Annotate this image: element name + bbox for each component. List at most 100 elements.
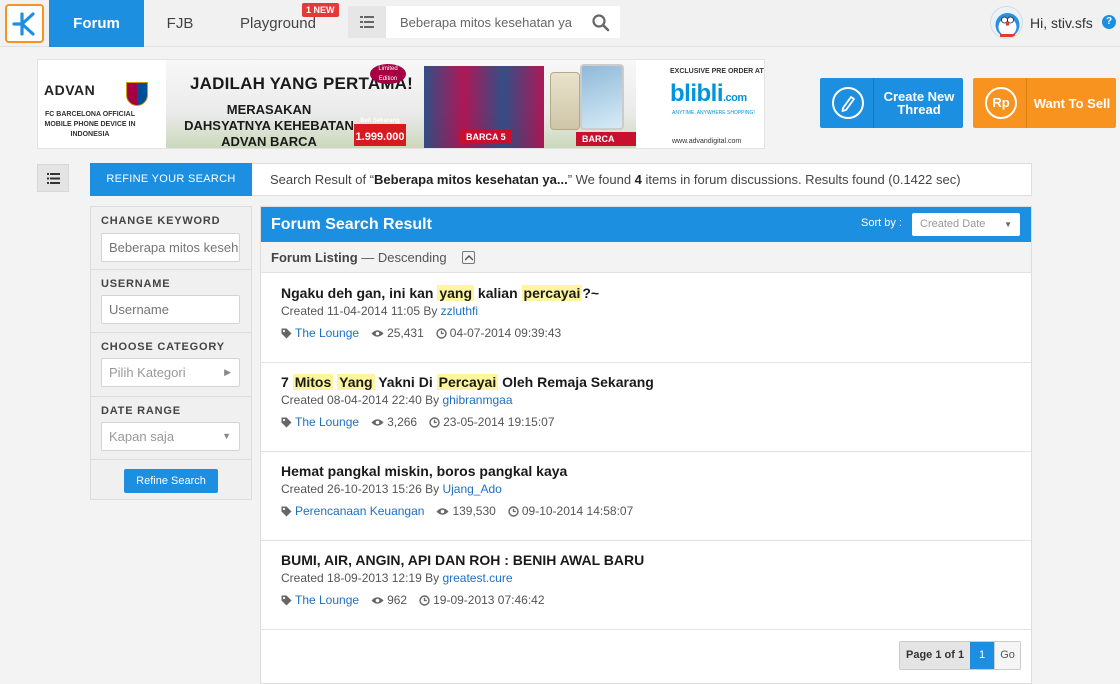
- help-icon[interactable]: ?: [1102, 15, 1116, 29]
- category-link[interactable]: The Lounge: [295, 326, 359, 340]
- thread-meta: Created 11-04-2014 11:05 By zzluthfi: [281, 304, 478, 318]
- blibli-logo: blibli.com: [670, 80, 747, 108]
- sort-select[interactable]: Created Date ▼: [912, 213, 1020, 236]
- advertisement-banner[interactable]: ADVAN FC BARCELONA OFFICIAL MOBILE PHONE…: [37, 59, 765, 149]
- eye-icon: [371, 418, 384, 426]
- page-number-button[interactable]: 1: [970, 642, 995, 669]
- thread-title-part: kalian: [474, 285, 522, 301]
- last-post-time: 23-05-2014 19:15:07: [443, 415, 555, 429]
- thread-author-link[interactable]: Ujang_Ado: [442, 482, 501, 496]
- date-range-value: Kapan saja: [109, 429, 175, 444]
- thread-title-link[interactable]: Hemat pangkal miskin, boros pangkal kaya: [281, 463, 567, 479]
- chevron-down-icon: ▼: [1004, 220, 1012, 229]
- rupiah-icon: Rp: [985, 87, 1017, 119]
- sell-icon-wrap: Rp: [973, 78, 1027, 128]
- search-icon[interactable]: [592, 14, 610, 32]
- kaskus-logo-icon[interactable]: [5, 4, 44, 43]
- collapse-icon[interactable]: [462, 251, 475, 264]
- phone-image: [550, 72, 580, 130]
- category-value: Pilih Kategori: [109, 365, 186, 380]
- sidebar-toggle-button[interactable]: [37, 164, 69, 192]
- thread-stats: Perencanaan Keuangan 139,530 09-10-2014 14…: [281, 504, 645, 518]
- thread-title-part: BUMI, AIR, ANGIN, API DAN ROH : BENIH AW…: [281, 552, 645, 568]
- refine-search-tab[interactable]: REFINE YOUR SEARCH: [90, 163, 252, 196]
- page-info: Page 1 of 1: [900, 642, 971, 669]
- thread-title-part: percayai: [521, 285, 583, 301]
- views-count: 25,431: [387, 326, 424, 340]
- nav-tab-forum[interactable]: Forum: [49, 0, 144, 47]
- username-input[interactable]: [101, 295, 240, 324]
- thread-stats: The Lounge 25,431 04-07-2014 09:39:43: [281, 326, 573, 340]
- listing-label: Forum Listing: [271, 250, 358, 265]
- keyword-label: CHANGE KEYWORD: [101, 215, 221, 227]
- pencil-icon: [832, 87, 864, 119]
- search-input[interactable]: [386, 6, 582, 38]
- want-to-sell-button[interactable]: Rp Want To Sell: [973, 78, 1116, 128]
- pagination: Page 1 of 1 1 Go: [899, 641, 1022, 670]
- thread-stats: The Lounge 3,266 23-05-2014 19:15:07: [281, 415, 567, 429]
- create-new-thread-label: Create New Thread: [883, 89, 955, 117]
- thread-title-part: yang: [437, 285, 475, 301]
- thread-views: 139,530: [436, 504, 496, 518]
- thread-row: 7 Mitos Yang Yakni Di Percayai Oleh Rema…: [261, 363, 1031, 452]
- user-greeting[interactable]: Hi, stiv.sfs: [1030, 15, 1093, 31]
- go-button[interactable]: Go: [994, 642, 1021, 669]
- banner-brand-block: ADVAN FC BARCELONA OFFICIAL MOBILE PHONE…: [38, 60, 178, 148]
- price-label: Beli Sekarang: [360, 118, 400, 124]
- category-link[interactable]: Perencanaan Keuangan: [295, 504, 424, 518]
- thread-row: Ngaku deh gan, ini kan yang kalian perca…: [261, 274, 1031, 363]
- thread-last-post: 04-07-2014 09:39:43: [436, 326, 561, 340]
- page-info-text: Page 1 of 1: [906, 649, 965, 661]
- category-link[interactable]: The Lounge: [295, 593, 359, 607]
- thread-last-post: 23-05-2014 19:15:07: [429, 415, 555, 429]
- thread-category: The Lounge: [281, 326, 359, 340]
- tag-icon: [281, 595, 292, 605]
- create-new-thread-button[interactable]: Create New Thread: [820, 78, 963, 128]
- keyword-input[interactable]: [101, 233, 240, 262]
- category-select[interactable]: Pilih Kategori ▶: [101, 358, 240, 387]
- views-count: 962: [387, 593, 408, 607]
- refine-search-button[interactable]: Refine Search: [124, 469, 218, 493]
- category-link[interactable]: The Lounge: [295, 415, 359, 429]
- thread-meta: Created 08-04-2014 22:40 By ghibranmgaa: [281, 393, 513, 407]
- username-group: USERNAME: [91, 270, 251, 333]
- banner-brand-subtitle: FC BARCELONA OFFICIAL MOBILE PHONE DEVIC…: [44, 111, 136, 138]
- thread-author-link[interactable]: greatest.cure: [442, 571, 512, 585]
- clock-icon: [419, 594, 430, 606]
- thread-views: 3,266: [371, 415, 417, 429]
- nav-tab-fjb[interactable]: FJB: [150, 0, 210, 47]
- last-post-time: 09-10-2014 14:58:07: [521, 504, 634, 518]
- date-range-group: DATE RANGE Kapan saja ▼: [91, 397, 251, 460]
- thread-title-part: ?~: [582, 285, 600, 301]
- thread-title-link[interactable]: Ngaku deh gan, ini kan yang kalian perca…: [281, 285, 599, 301]
- date-range-select[interactable]: Kapan saja ▼: [101, 422, 240, 451]
- listing-order: — Descending: [357, 250, 447, 265]
- product-tag-barca-5: BARCA 5: [460, 130, 512, 144]
- views-count: 139,530: [452, 504, 496, 518]
- forum-search-results: Forum Search Result Sort by : Created Da…: [260, 206, 1032, 684]
- thread-row: BUMI, AIR, ANGIN, API DAN ROH : BENIH AW…: [261, 541, 1031, 630]
- blibli-suffix: .com: [723, 92, 747, 104]
- search-menu-button[interactable]: [348, 6, 386, 38]
- thread-title-part: Yang: [337, 374, 375, 390]
- tablet-image: [580, 64, 624, 130]
- result-summary: Search Result of “Beberapa mitos kesehat…: [252, 163, 1032, 196]
- thread-title-link[interactable]: BUMI, AIR, ANGIN, API DAN ROH : BENIH AW…: [281, 552, 644, 568]
- thread-title-part: Percayai: [436, 374, 499, 390]
- eye-icon: [371, 596, 384, 604]
- thread-author-link[interactable]: zzluthfi: [441, 304, 478, 318]
- eye-icon: [371, 329, 384, 337]
- thread-author-link[interactable]: ghibranmgaa: [442, 393, 512, 407]
- banner-tagline: MERASAKAN DAHSYATNYA KEHEBATAN ADVAN BAR…: [184, 102, 354, 149]
- price-tag: Beli Sekarang 1.999.000: [354, 118, 406, 146]
- tag-icon: [281, 328, 292, 338]
- summary-count: 4: [634, 172, 642, 187]
- summary-mid: ” We found: [567, 172, 635, 187]
- thread-title-link[interactable]: 7 Mitos Yang Yakni Di Percayai Oleh Rema…: [281, 374, 654, 390]
- thread-created: Created 11-04-2014 11:05 By: [281, 304, 441, 318]
- thread-last-post: 19-09-2013 07:46:42: [419, 593, 545, 607]
- avatar[interactable]: [990, 6, 1023, 39]
- thread-created: Created 18-09-2013 12:19 By: [281, 571, 443, 585]
- eye-icon: [436, 507, 449, 515]
- thread-title-part: Oleh Remaja Sekarang: [498, 374, 654, 390]
